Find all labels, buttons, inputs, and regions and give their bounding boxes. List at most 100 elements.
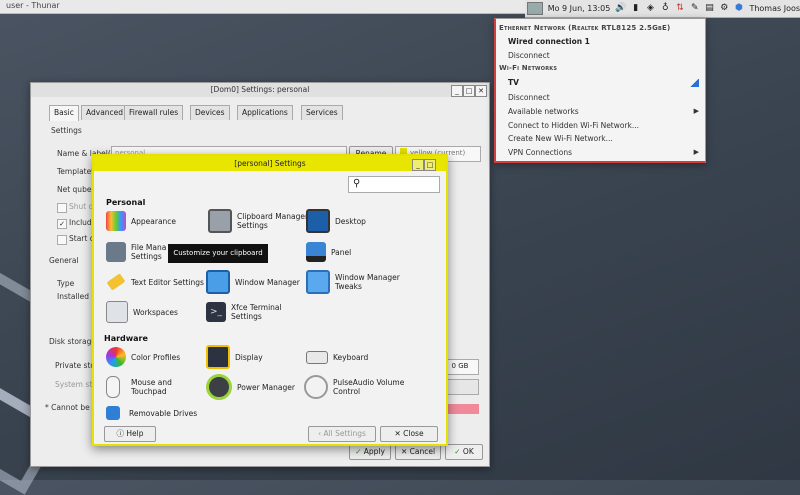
settings-item-pulseaudio[interactable]: PulseAudio Volume Control [304, 375, 404, 399]
settings-minimize-button[interactable]: _ [412, 159, 424, 171]
settings-item-desktop[interactable]: Desktop [306, 209, 366, 233]
battery-icon[interactable]: ▮ [630, 3, 641, 14]
updates-icon[interactable]: ✎ [689, 3, 700, 14]
back-arrow-icon: ‹ [318, 429, 322, 438]
settings-item-label: Xfce Terminal Settings [231, 303, 282, 321]
close-button-label: Close [403, 429, 424, 438]
settings-item-color-profiles[interactable]: Color Profiles [106, 345, 180, 369]
minimize-button[interactable]: _ [451, 85, 463, 97]
window-manager-icon [206, 270, 230, 294]
settings-item-workspaces[interactable]: Workspaces [106, 300, 178, 324]
wifi-signal-icon [690, 79, 699, 87]
ok-check-icon: ✓ [454, 447, 461, 456]
settings-item-mouse[interactable]: Mouse and Touchpad [106, 375, 172, 399]
qube-domains-icon[interactable]: ◈ [645, 3, 656, 14]
shutdown-checkbox[interactable] [57, 203, 67, 213]
include-checkbox[interactable]: ✓ [57, 219, 67, 229]
settings-item-power-manager[interactable]: Power Manager [206, 374, 295, 400]
settings-group-label: Settings [51, 126, 82, 135]
settings-item-display[interactable]: Display [206, 345, 263, 369]
settings-tray-icon[interactable]: ⚙ [719, 3, 730, 14]
settings-item-label: Workspaces [133, 307, 178, 317]
tab-basic[interactable]: Basic [49, 105, 79, 121]
volume-icon[interactable]: 🔊 [615, 3, 626, 14]
clipboard-tray-icon[interactable]: ▤ [704, 3, 715, 14]
settings-item-label: Removable Drives [129, 408, 198, 418]
workspaces-icon [106, 301, 128, 323]
settings-item-label: Clipboard Manager Settings [237, 212, 309, 230]
close-button[interactable]: ✕ Close [380, 426, 438, 442]
settings-search-input[interactable]: ⚲ [348, 176, 440, 193]
settings-item-keyboard[interactable]: Keyboard [306, 345, 368, 369]
file-manager-icon [106, 242, 126, 262]
settings-window-title: [personal] Settings [94, 156, 446, 171]
apply-button[interactable]: ✓ Apply [349, 444, 391, 460]
mouse-icon [106, 376, 120, 398]
wifi-disconnect-item[interactable]: Disconnect [508, 93, 550, 102]
help-button[interactable]: ⓘ Help [104, 426, 156, 442]
hardware-section-title: Hardware [104, 334, 148, 343]
maximize-button[interactable]: □ [463, 85, 475, 97]
close-icon: ✕ [394, 429, 401, 438]
settings-item-label: Mouse and Touchpad [131, 378, 172, 396]
user-name[interactable]: Thomas Joos [749, 4, 800, 13]
settings-item-removable-drives[interactable]: Removable Drives [106, 401, 197, 425]
panel-icon [306, 242, 326, 262]
top-panel: Mo 9 Jun, 13:05 🔊 ▮ ◈ ♁ ⇅ ✎ ▤ ⚙ ⬢ Thomas… [525, 0, 800, 18]
wifi-network-item[interactable]: TV [508, 78, 519, 87]
start-checkbox[interactable] [57, 235, 67, 245]
ethernet-header: Ethernet Network (Realtek RTL8125 2.5GbE… [499, 24, 671, 32]
personal-section-title: Personal [106, 198, 146, 207]
connect-hidden-item[interactable]: Connect to Hidden Wi-Fi Network... [508, 121, 639, 130]
settings-item-terminal[interactable]: >_ Xfce Terminal Settings [206, 300, 282, 324]
text-editor-icon [106, 273, 126, 291]
cancel-button-label: Cancel [409, 447, 436, 456]
wired-connection-item[interactable]: Wired connection 1 [508, 37, 590, 46]
settings-item-label: Appearance [131, 216, 177, 226]
settings-item-text-editor[interactable]: Text Editor Settings [106, 270, 204, 294]
tab-applications[interactable]: Applications [237, 105, 293, 120]
settings-item-file-manager[interactable]: File Mana Settings [106, 240, 166, 264]
settings-item-label: Text Editor Settings [131, 277, 204, 287]
all-settings-button[interactable]: ‹ All Settings [308, 426, 376, 442]
settings-item-panel[interactable]: Panel [306, 240, 351, 264]
terminal-icon: >_ [206, 302, 226, 322]
tab-advanced[interactable]: Advanced [81, 105, 129, 120]
settings-item-label: PulseAudio Volume Control [333, 378, 405, 396]
tab-firewall[interactable]: Firewall rules [124, 105, 184, 120]
settings-item-window-manager[interactable]: Window Manager [206, 270, 300, 294]
thunar-title: user - Thunar [6, 1, 60, 10]
desktop-icon [306, 209, 330, 233]
settings-item-wm-tweaks[interactable]: Window Manager Tweaks [306, 270, 400, 294]
available-networks-item[interactable]: Available networks [508, 107, 579, 116]
create-new-wifi-item[interactable]: Create New Wi-Fi Network... [508, 134, 613, 143]
cancel-button[interactable]: ✕ Cancel [395, 444, 441, 460]
close-window-button[interactable]: ✕ [475, 85, 487, 97]
ethernet-disconnect-item[interactable]: Disconnect [508, 51, 550, 60]
settings-item-label: Color Profiles [131, 352, 181, 362]
clock[interactable]: Mo 9 Jun, 13:05 [548, 4, 611, 13]
settings-item-label: Power Manager [237, 382, 295, 392]
display-icon [206, 345, 230, 369]
workspace-switcher-icon[interactable] [527, 2, 543, 15]
settings-item-clipboard[interactable]: Clipboard Manager Settings [208, 209, 308, 233]
thunar-titlebar[interactable]: user - Thunar [0, 0, 525, 14]
apply-check-icon: ✓ [355, 447, 362, 456]
network-icon[interactable]: ⇅ [675, 3, 686, 14]
help-button-label: Help [126, 429, 144, 438]
settings-maximize-button[interactable]: □ [424, 159, 436, 171]
cancel-x-icon: ✕ [400, 447, 408, 456]
disk-storage-label: Disk storage [49, 337, 96, 346]
clipboard-tooltip: Customize your clipboard [168, 244, 268, 263]
general-group-label: General [49, 256, 79, 265]
color-profiles-icon [106, 347, 126, 367]
tab-services[interactable]: Services [301, 105, 343, 120]
tab-devices[interactable]: Devices [190, 105, 230, 120]
settings-item-label: Keyboard [333, 352, 369, 362]
settings-item-appearance[interactable]: Appearance [106, 209, 176, 233]
devices-icon[interactable]: ♁ [660, 3, 671, 14]
settings-manager-window: [personal] Settings _ □ ⚲ Personal Appea… [92, 154, 448, 446]
qubes-menu-icon[interactable]: ⬢ [734, 3, 745, 14]
ok-button[interactable]: ✓ OK [445, 444, 483, 460]
vpn-connections-item[interactable]: VPN Connections [508, 148, 572, 157]
